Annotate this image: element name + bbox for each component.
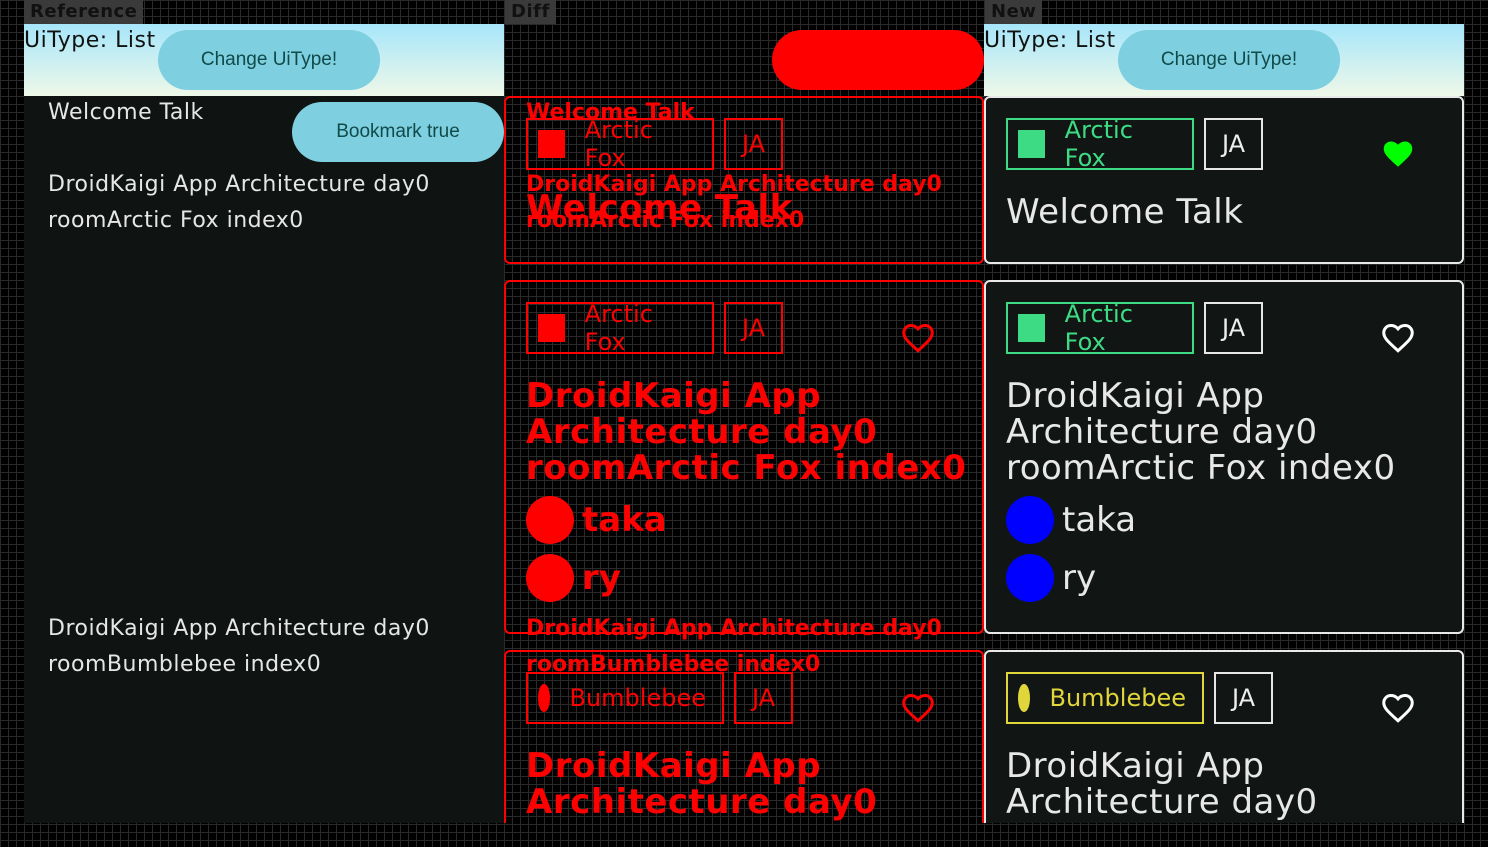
reference-panel: UiType: List Change UiType! Welcome Talk…: [24, 24, 504, 823]
session-title: DroidKaigi App Architecture day0: [48, 172, 430, 197]
reference-label: Reference: [24, 0, 144, 24]
speaker: ry: [1006, 554, 1096, 602]
session-title: DroidKaigi App Architecture day0: [48, 616, 430, 641]
change-uitype-button[interactable]: Change UiType!: [158, 30, 380, 90]
room-chip: Bumblebee: [1006, 672, 1204, 724]
session-room-diff: roomArctic Fox index0: [526, 208, 805, 233]
session-title-line: DroidKaigi App: [1006, 746, 1265, 786]
session-card[interactable]: Bumblebee JA DroidKaigi App Architecture…: [984, 650, 1464, 823]
session-card[interactable]: Arctic Fox JA DroidKaigi App Architectur…: [984, 280, 1464, 634]
language-chip: JA: [724, 118, 784, 170]
session-list: Welcome Talk Bookmark true DroidKaigi Ap…: [24, 96, 504, 823]
app-bar: UiType: List Change UiType!: [984, 24, 1464, 96]
app-bar: UiType: List Change UiType!: [24, 24, 504, 96]
avatar: [526, 496, 574, 544]
language-chip: JA: [1204, 118, 1264, 170]
change-uitype-button[interactable]: Change UiType!: [1118, 30, 1340, 90]
session-title-line: DroidKaigi App: [1006, 376, 1265, 416]
speaker: taka: [526, 496, 667, 544]
new-label: New: [985, 0, 1043, 24]
language-chip: JA: [734, 672, 794, 724]
room-chip-label: Bumblebee: [1049, 684, 1187, 712]
session-card[interactable]: Arctic Fox JA Welcome Talk: [984, 96, 1464, 264]
session-title-line: roomArctic Fox index0: [1006, 448, 1396, 488]
session-title-diff: Welcome Talk: [526, 100, 695, 125]
session-title-line: Architecture day0: [526, 782, 878, 822]
language-chip: JA: [1214, 672, 1274, 724]
heart-filled-icon[interactable]: [1380, 136, 1416, 172]
avatar: [526, 554, 574, 602]
session-room: roomArctic Fox index0: [48, 208, 304, 233]
speaker-name: taka: [582, 500, 667, 540]
heart-outline-icon[interactable]: [900, 320, 936, 356]
session-title-diff: DroidKaigi App Architecture day0: [526, 172, 942, 197]
room-chip: Arctic Fox: [1006, 300, 1194, 356]
diff-panel: Arctic Fox JA Welcome Talk Welcome Talk …: [504, 24, 984, 823]
avatar: [1006, 496, 1054, 544]
app-bar-title: UiType: List: [24, 28, 156, 53]
session-title: Welcome Talk: [48, 100, 204, 125]
speaker-name: ry: [1062, 558, 1097, 598]
bookmark-button[interactable]: Bookmark true: [292, 102, 504, 162]
room-chip-label: Arctic Fox: [1064, 116, 1133, 172]
heart-outline-icon[interactable]: [900, 690, 936, 726]
session-title-line: Architecture day0: [1006, 782, 1318, 822]
room-color-swatch: [538, 130, 565, 158]
room-chip-label: Bumblebee: [569, 684, 707, 712]
room-color-swatch: [538, 314, 565, 342]
language-chip: JA: [724, 302, 784, 354]
heart-outline-icon[interactable]: [1380, 690, 1416, 726]
room-color-swatch: [1018, 684, 1030, 712]
language-chip: JA: [1204, 302, 1264, 354]
session-card: Bumblebee JA DroidKaigi App Architecture…: [504, 650, 984, 823]
new-panel: UiType: List Change UiType! Arctic Fox J…: [984, 24, 1464, 823]
room-chip: Arctic Fox: [526, 116, 714, 172]
avatar: [1006, 554, 1054, 602]
room-color-swatch: [1018, 314, 1045, 342]
speaker: ry: [526, 554, 621, 602]
session-room: roomBumblebee index0: [48, 652, 322, 677]
speaker-name: ry: [582, 558, 621, 598]
room-color-swatch: [538, 684, 550, 712]
room-chip-label: Arctic Fox: [1064, 300, 1133, 356]
session-title-line: Architecture day0: [1006, 412, 1318, 452]
room-color-swatch: [1018, 130, 1045, 158]
session-title-diff: DroidKaigi App Architecture day0: [526, 616, 942, 641]
room-chip: Arctic Fox: [1006, 116, 1194, 172]
bookmark-button-diff: [772, 30, 984, 90]
session-card: Arctic Fox JA DroidKaigi App Architectur…: [504, 280, 984, 634]
room-chip: Bumblebee: [526, 672, 724, 724]
session-title-line: roomArctic Fox index0: [526, 448, 967, 488]
room-chip-label: Arctic Fox: [584, 300, 653, 356]
heart-outline-icon[interactable]: [1380, 320, 1416, 356]
speaker: taka: [1006, 496, 1136, 544]
session-title-line: Architecture day0: [526, 412, 878, 452]
session-title: Welcome Talk: [1006, 192, 1244, 232]
speaker-name: taka: [1062, 500, 1137, 540]
app-bar-title: UiType: List: [984, 28, 1116, 53]
room-chip: Arctic Fox: [526, 300, 714, 356]
session-title-line: DroidKaigi App: [526, 376, 822, 416]
session-title-line: DroidKaigi App: [526, 746, 822, 786]
diff-label: Diff: [505, 0, 556, 24]
